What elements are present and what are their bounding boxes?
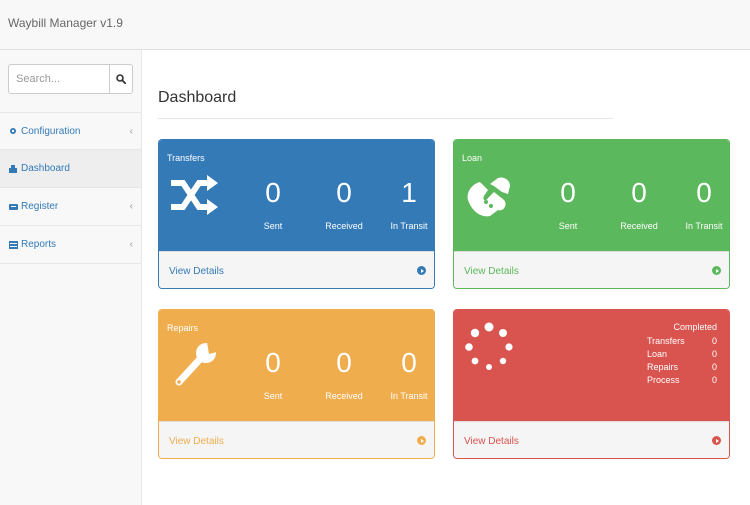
- shuffle-icon: [171, 175, 218, 215]
- spinner-icon: [465, 322, 513, 370]
- view-details-link[interactable]: View Details: [159, 251, 434, 288]
- view-details-link[interactable]: View Details: [159, 421, 434, 458]
- in-transit-stat: 1 In Transit: [379, 176, 434, 231]
- panel-label: Transfers: [167, 153, 205, 163]
- received-count: 0: [631, 177, 647, 208]
- panel-heading: Completed Transfers 0 Loan 0 Repairs 0 P…: [454, 310, 729, 421]
- completed-row-value: 0: [711, 336, 717, 346]
- received-count: 0: [336, 177, 352, 208]
- view-details-link[interactable]: View Details: [454, 421, 729, 458]
- panel-label: Repairs: [167, 323, 199, 333]
- received-label: Received: [620, 221, 658, 231]
- completed-row-label: Transfers: [647, 336, 685, 346]
- sidebar-item-label: Configuration: [21, 125, 81, 137]
- received-label: Received: [325, 391, 363, 401]
- in-transit-label: In Transit: [390, 221, 428, 231]
- completed-row-value: 0: [711, 349, 717, 359]
- sidebar-item-dashboard[interactable]: Dashboard: [0, 150, 141, 188]
- sidebar-nav: Configuration ‹ Dashboard Register ‹ Rep…: [0, 112, 141, 264]
- in-transit-stat: 0 In Transit: [379, 346, 434, 401]
- received-stat: 0 Received: [314, 346, 374, 401]
- sidebar-item-label: Dashboard: [21, 163, 70, 174]
- completed-row-value: 0: [711, 362, 717, 372]
- panel-heading: Transfers 0 Sent 0 Received 1 In Transit: [159, 140, 434, 251]
- view-details-label: View Details: [464, 436, 519, 447]
- panel-label: Loan: [462, 153, 483, 163]
- completed-summary: Completed Transfers 0 Loan 0 Repairs 0 P…: [647, 322, 717, 387]
- wrench-icon: [175, 342, 217, 386]
- arrow-circle-right-icon: [417, 436, 426, 445]
- sent-count: 0: [265, 347, 281, 378]
- sidebar-item-label: Register: [21, 201, 59, 212]
- transfers-panel: Transfers 0 Sent 0 Received 1 In Transit…: [158, 139, 435, 289]
- page-title: Dashboard: [158, 89, 237, 106]
- handshake-icon: [467, 177, 510, 217]
- in-transit-count: 0: [696, 177, 712, 208]
- sent-label: Sent: [263, 221, 283, 231]
- sent-stat: 0 Sent: [243, 176, 303, 231]
- in-transit-count: 1: [401, 177, 417, 208]
- chevron-left-icon: ‹: [129, 201, 133, 212]
- search-group: [8, 64, 133, 94]
- received-stat: 0 Received: [314, 176, 374, 231]
- completed-row: Loan 0: [647, 348, 717, 361]
- panel-heading: Loan 0 Sent 0 Received 0 In Transit: [454, 140, 729, 251]
- in-transit-label: In Transit: [390, 391, 428, 401]
- sidebar-item-label: Reports: [21, 239, 57, 250]
- completed-row-label: Repairs: [647, 362, 679, 372]
- view-details-label: View Details: [169, 436, 224, 447]
- search-input[interactable]: [8, 64, 110, 94]
- top-navbar: Waybill Manager v1.9: [0, 0, 750, 50]
- received-count: 0: [336, 347, 352, 378]
- repairs-panel: Repairs 0 Sent 0 Received 0 In Transit V…: [158, 309, 435, 459]
- arrow-circle-right-icon: [417, 266, 426, 275]
- arrow-circle-right-icon: [712, 266, 721, 275]
- chevron-left-icon: ‹: [129, 239, 133, 250]
- completed-row: Process 0: [647, 374, 717, 387]
- completed-row-label: Loan: [647, 349, 668, 359]
- sent-label: Sent: [558, 221, 578, 231]
- sent-count: 0: [265, 177, 281, 208]
- panel-heading: Repairs 0 Sent 0 Received 0 In Transit: [159, 310, 434, 421]
- completed-row-label: Process: [647, 375, 680, 385]
- completed-row-value: 0: [711, 375, 717, 385]
- completed-title: Completed: [673, 322, 717, 332]
- sidebar-item-configuration[interactable]: Configuration ‹: [0, 112, 141, 150]
- sent-count: 0: [560, 177, 576, 208]
- view-details-label: View Details: [464, 266, 519, 277]
- search-icon: [116, 74, 126, 84]
- dashboard-icon: [8, 164, 18, 174]
- sidebar-item-reports[interactable]: Reports ‹: [0, 226, 141, 264]
- sidebar-item-register[interactable]: Register ‹: [0, 188, 141, 226]
- sent-stat: 0 Sent: [538, 176, 598, 231]
- sent-label: Sent: [263, 391, 283, 401]
- completed-row: Repairs 0: [647, 361, 717, 374]
- received-label: Received: [325, 221, 363, 231]
- in-transit-label: In Transit: [685, 221, 723, 231]
- view-details-label: View Details: [169, 266, 224, 277]
- title-divider: [158, 118, 613, 119]
- in-transit-stat: 0 In Transit: [674, 176, 729, 231]
- view-details-link[interactable]: View Details: [454, 251, 729, 288]
- completed-row: Transfers 0: [647, 335, 717, 348]
- loan-panel: Loan 0 Sent 0 Received 0 In Transit View…: [453, 139, 730, 289]
- completed-panel: Completed Transfers 0 Loan 0 Repairs 0 P…: [453, 309, 730, 459]
- received-stat: 0 Received: [609, 176, 669, 231]
- report-icon: [8, 240, 18, 250]
- chevron-left-icon: ‹: [129, 126, 133, 137]
- arrow-circle-right-icon: [712, 436, 721, 445]
- register-icon: [8, 202, 18, 212]
- gear-icon: [8, 126, 18, 136]
- in-transit-count: 0: [401, 347, 417, 378]
- app-title[interactable]: Waybill Manager v1.9: [8, 16, 123, 30]
- sent-stat: 0 Sent: [243, 346, 303, 401]
- sidebar: Configuration ‹ Dashboard Register ‹ Rep…: [0, 50, 142, 505]
- search-button[interactable]: [109, 64, 133, 94]
